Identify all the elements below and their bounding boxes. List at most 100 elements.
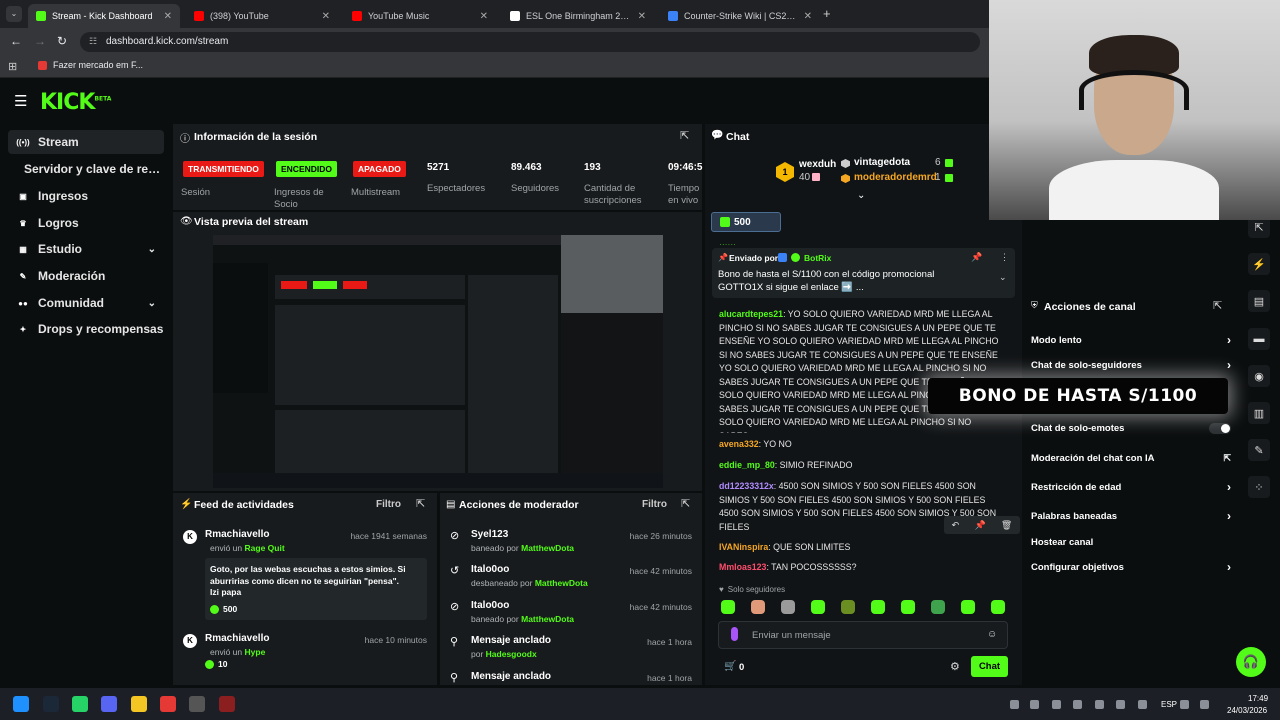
tray-battery-icon[interactable] <box>1200 700 1209 709</box>
sidebar-item[interactable]: ((•)) Stream <box>8 130 164 154</box>
tab-close-icon[interactable]: ✕ <box>480 11 488 22</box>
sidebar-item[interactable]: ♛ Logros <box>8 211 164 235</box>
mod-expand-icon[interactable]: ⇱ <box>681 497 690 510</box>
taskbar-time[interactable]: 17:49 <box>1248 694 1268 703</box>
moderator-name[interactable]: MatthewDota <box>535 578 588 588</box>
channel-action-item[interactable]: Configurar objetivos › <box>1031 557 1231 577</box>
chat-username[interactable]: Mmloas123 <box>719 562 766 572</box>
tab-close-icon[interactable]: ✕ <box>804 11 812 22</box>
discord-icon[interactable] <box>101 696 117 712</box>
emote-icon[interactable] <box>751 600 765 614</box>
menu-icon[interactable]: ☰ <box>14 92 27 110</box>
chat-bubble-icon[interactable]: ▬ <box>1248 328 1270 350</box>
tray-bluetooth-icon[interactable] <box>1116 700 1125 709</box>
mod-action-title[interactable]: Italo0oo <box>471 600 509 611</box>
apps-icon[interactable]: ⁘ <box>1248 476 1270 498</box>
channel-action-item[interactable]: Modo lento › <box>1031 330 1231 350</box>
url-input[interactable]: dashboard.kick.com/stream <box>80 32 980 52</box>
chat-username[interactable]: alucardtepes21 <box>719 309 783 319</box>
browser-tab[interactable]: Counter-Strike Wiki | CS2 | Liqu ✕ <box>660 4 820 28</box>
delete-icon[interactable]: 🗑 <box>1001 520 1012 531</box>
bookmark-item[interactable]: Fazer mercado em F... <box>38 60 143 70</box>
sidebar-item[interactable]: ▣ Ingresos <box>8 184 164 208</box>
activity-user[interactable]: Rmachiavello <box>205 529 269 540</box>
channel-action-item[interactable]: Moderación del chat con IA ⇱ <box>1031 448 1231 468</box>
expand-icon[interactable]: ⇱ <box>680 129 689 142</box>
site-info-icon[interactable]: ☷ <box>89 36 97 47</box>
channel-action-item[interactable]: Chat de solo-emotes <box>1031 418 1231 438</box>
tray-shield-icon[interactable] <box>1052 700 1061 709</box>
chat-message[interactable]: eddie_mp_80: SIMIO REFINADO <box>719 459 1002 473</box>
tray-discord-icon[interactable] <box>1095 700 1104 709</box>
kick-logo[interactable]: KICKBETA <box>40 90 111 115</box>
chat-message[interactable]: Mmloas123: TAN POCOSSSSSS? <box>719 561 1002 575</box>
reply-icon[interactable]: ↶ <box>952 520 960 531</box>
kicks-goal-pill[interactable]: 500 <box>711 212 781 232</box>
bolt-icon[interactable]: ⚡ <box>1248 253 1270 275</box>
browser-tab[interactable]: Stream - Kick Dashboard ✕ <box>28 4 180 28</box>
chevron-down-icon[interactable]: ⌄ <box>148 244 156 255</box>
mic-icon[interactable] <box>731 627 738 641</box>
emote-icon[interactable] <box>721 600 735 614</box>
moderator-name[interactable]: MatthewDota <box>521 543 574 553</box>
broadcast-icon[interactable]: ◉ <box>1248 365 1270 387</box>
mod-action-title[interactable]: Italo0oo <box>471 564 509 575</box>
more-icon[interactable]: ⋮ <box>1000 252 1009 263</box>
channel-action-item[interactable]: Hostear canal <box>1031 532 1231 552</box>
forward-icon[interactable]: → <box>34 34 46 48</box>
emote-icon[interactable] <box>841 600 855 614</box>
tray-app-icon[interactable] <box>1030 700 1039 709</box>
top-gifter[interactable]: 1 wexduh 40 <box>776 158 836 188</box>
stream-preview-video[interactable] <box>213 235 663 488</box>
chat-message[interactable]: avena332: YO NO <box>719 438 1002 452</box>
emote-icon[interactable] <box>931 600 945 614</box>
unpin-icon[interactable]: 📌 <box>971 252 982 263</box>
channel-action-item[interactable]: Restricción de edad › <box>1031 477 1231 497</box>
moderator-name[interactable]: MatthewDota <box>521 614 574 624</box>
chevron-down-icon[interactable]: ⌄ <box>857 190 865 201</box>
new-tab-button[interactable]: + <box>823 6 831 21</box>
chat-username[interactable]: avena332 <box>719 439 759 449</box>
channel-actions-expand-icon[interactable]: ⇱ <box>1213 299 1222 312</box>
leader-name[interactable]: vintagedota <box>854 157 910 168</box>
chat-username[interactable]: dd12233312x <box>719 481 774 491</box>
channel-action-item[interactable]: Palabras baneadas › <box>1031 506 1231 526</box>
mod-action-title[interactable]: Mensaje anclado <box>471 635 551 646</box>
pin-message-icon[interactable]: 📌 <box>974 520 985 531</box>
emoji-icon[interactable]: ☺ <box>987 629 997 640</box>
browser-tab[interactable]: ESL One Birmingham 2026: Gro ✕ <box>502 4 654 28</box>
back-icon[interactable]: ← <box>10 34 22 48</box>
activity-filter-button[interactable]: Filtro <box>376 499 401 510</box>
reload-icon[interactable]: ↻ <box>57 34 67 48</box>
taskbar-date[interactable]: 24/03/2026 <box>1227 706 1267 715</box>
mod-action-title[interactable]: Mensaje anclado <box>471 671 551 682</box>
activity-user[interactable]: Rmachiavello <box>205 633 269 644</box>
tab-close-icon[interactable]: ✕ <box>638 11 646 22</box>
browser-tab[interactable]: (398) YouTube ✕ <box>186 4 338 28</box>
emote-icon[interactable] <box>781 600 795 614</box>
apps-icon[interactable]: ⊞ <box>8 60 17 73</box>
windows-start-icon[interactable] <box>13 696 29 712</box>
chrome-icon[interactable] <box>160 696 176 712</box>
tray-chevron-icon[interactable] <box>1010 700 1019 709</box>
emote-icon[interactable] <box>811 600 825 614</box>
sidebar-item[interactable]: Servidor y clave de retransm <box>8 157 164 181</box>
emote-icon[interactable] <box>961 600 975 614</box>
chat-username[interactable]: eddie_mp_80 <box>719 460 775 470</box>
tab-close-icon[interactable]: ✕ <box>164 11 172 22</box>
emote-only-toggle[interactable] <box>1209 422 1231 434</box>
chat-username[interactable]: IVANinspira <box>719 542 768 552</box>
leader-name[interactable]: moderadordemrd <box>854 172 937 183</box>
mod-filter-button[interactable]: Filtro <box>642 499 667 510</box>
taskbar-app2-icon[interactable] <box>219 696 235 712</box>
kicks-wallet-icon[interactable]: 🛒 <box>724 661 736 672</box>
tab-close-icon[interactable]: ✕ <box>322 11 330 22</box>
sidebar-item[interactable]: ●● Comunidad ⌄ <box>8 291 164 315</box>
support-chat-button[interactable]: 🎧 <box>1236 647 1266 677</box>
steam-icon[interactable] <box>43 696 59 712</box>
browser-tab[interactable]: YouTube Music ✕ <box>344 4 496 28</box>
file-explorer-icon[interactable] <box>131 696 147 712</box>
chat-message[interactable]: alucardtepes21: YO SOLO QUIERO VARIEDAD … <box>719 308 1002 433</box>
mod-action-title[interactable]: Syel123 <box>471 529 508 540</box>
sidebar-item[interactable]: ✎ Moderación <box>8 264 164 288</box>
